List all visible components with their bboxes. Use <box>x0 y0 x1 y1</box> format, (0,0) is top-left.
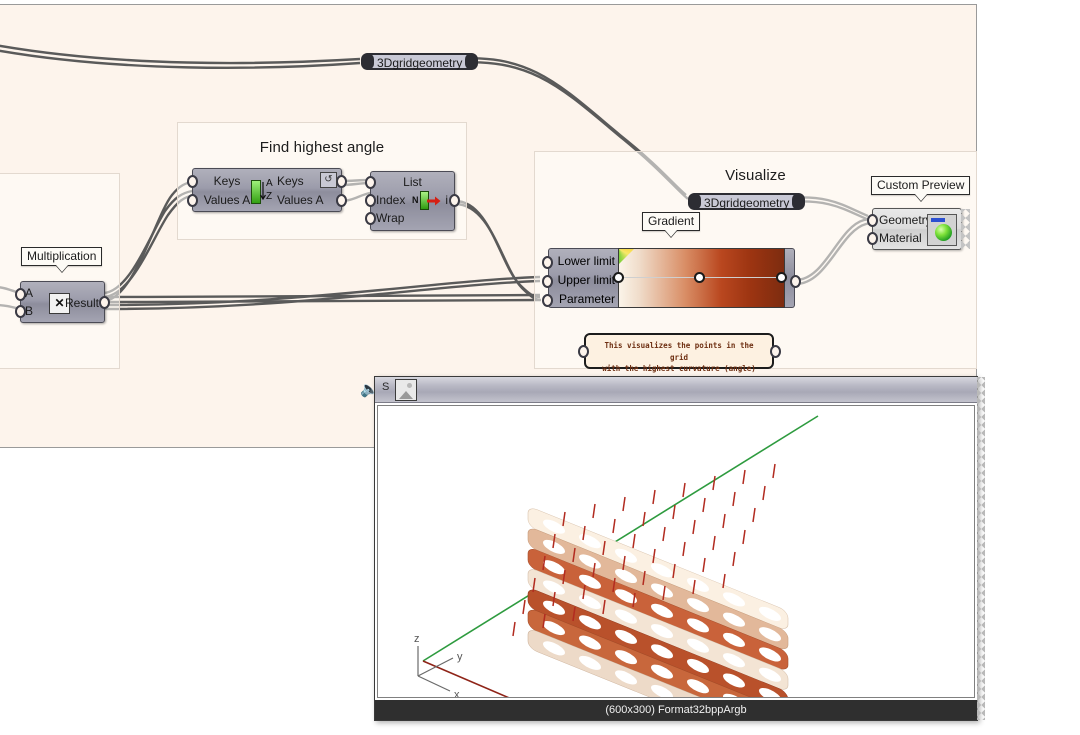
output-port-result[interactable] <box>99 296 110 309</box>
output-port-i[interactable] <box>449 194 460 207</box>
input-port-wrap[interactable] <box>365 212 376 225</box>
sort-label-a: A <box>266 178 273 189</box>
viewer-status-bar: (600x300) Format32bppArgb <box>375 700 977 720</box>
arrow-right-icon <box>427 195 441 206</box>
input-port-values-a[interactable] <box>187 194 198 207</box>
gradient-stop-1[interactable] <box>694 272 705 283</box>
viewer-canvas[interactable]: z y x <box>377 405 975 698</box>
wire-capsule-label: 3Dgridgeometry <box>377 56 463 70</box>
axis-label-x: x <box>454 689 460 698</box>
comment-line-1: This visualizes the points in the grid <box>604 341 754 362</box>
balloon-custom-preview: Custom Preview <box>871 176 971 195</box>
rhino-3d-view[interactable]: z y x <box>378 406 975 698</box>
comment-output-port[interactable] <box>770 345 781 358</box>
input-label-wrap: Wrap <box>376 211 405 225</box>
gradient-input-panel: Lower limit Upper limit Parameter <box>548 248 618 308</box>
output-label-values-a: Values A <box>277 193 324 207</box>
axis-label-y: y <box>457 651 463 663</box>
output-port-values-a[interactable] <box>336 194 347 207</box>
balloon-label: Multiplication <box>27 249 97 263</box>
preview-component-zigzag-edge <box>961 209 970 249</box>
balloon-label: Gradient <box>648 214 695 228</box>
ground-axis-x-line <box>422 660 510 697</box>
sort-label-z: Z <box>266 191 273 202</box>
input-label-material: Material <box>879 231 922 245</box>
balloon-gradient: Gradient <box>642 212 701 231</box>
input-label-a: A <box>25 286 34 300</box>
input-port-index[interactable] <box>365 194 376 207</box>
input-port-geometry[interactable] <box>867 214 878 227</box>
input-label-values-a: Values A <box>203 193 251 207</box>
viewer-title-bar[interactable]: S <box>375 377 977 403</box>
balloon-multiplication: Multiplication <box>21 247 103 266</box>
component-custom-preview[interactable]: Geometry Material <box>867 208 970 250</box>
screen-root: Find highest angle Visualize 3Dgridgeome… <box>0 0 1080 735</box>
input-port-keys[interactable] <box>187 175 198 188</box>
axis-label-z: z <box>414 633 420 645</box>
custom-preview-icon <box>927 214 957 246</box>
output-label-i: i <box>445 193 448 207</box>
multiply-glyph: ✕ <box>54 296 65 310</box>
preview-geometry <box>512 463 789 697</box>
input-port-lower-limit[interactable] <box>542 256 553 269</box>
input-label-b: B <box>25 304 34 318</box>
group-title-find-highest-angle: Find highest angle <box>259 139 385 156</box>
balloon-label: Custom Preview <box>877 178 965 192</box>
viewer-status-text: (600x300) Format32bppArgb <box>605 704 747 716</box>
image-viewer-window[interactable]: S z y x (600x300) Format32bppArgb <box>374 376 985 721</box>
input-label-lower-limit: Lower limit <box>557 254 615 268</box>
output-label-result: Result <box>64 296 99 310</box>
comment-input-port[interactable] <box>578 345 589 358</box>
gradient-stop-2[interactable] <box>776 272 787 283</box>
component-gradient[interactable]: Lower limit Upper limit Parameter <box>542 248 801 308</box>
wire-capsule-label: 3Dgridgeometry <box>704 196 790 210</box>
output-port-gradient[interactable] <box>790 275 801 288</box>
list-index-n-label: N <box>412 195 419 205</box>
wire-capsule-3dgridgeometry-visualize[interactable]: 3Dgridgeometry <box>688 193 806 210</box>
gradient-stop-0[interactable] <box>613 272 624 283</box>
input-label-parameter: Parameter <box>558 292 615 306</box>
component-list-item[interactable]: List Index Wrap N i <box>365 171 460 231</box>
output-port-keys[interactable] <box>336 175 347 188</box>
image-thumbnail-icon[interactable] <box>395 379 417 401</box>
component-multiplication[interactable]: A B ✕ Result <box>15 281 110 323</box>
input-port-upper-limit[interactable] <box>542 275 553 288</box>
wire-capsule-3dgridgeometry-top[interactable]: 3Dgridgeometry <box>361 53 479 70</box>
viewer-title-char: S <box>382 381 390 393</box>
reverse-icon[interactable]: ↺ <box>320 172 337 188</box>
viewer-zigzag-edge <box>977 377 985 720</box>
input-label-upper-limit: Upper limit <box>557 273 615 287</box>
component-sort-list[interactable]: Keys Values A Keys Values A A Z ↺ <box>187 168 347 212</box>
comment-panel[interactable]: This visualizes the points in the grid w… <box>584 333 774 397</box>
input-label-index: Index <box>376 193 406 207</box>
input-port-parameter[interactable] <box>542 294 553 307</box>
input-label-list: List <box>403 175 422 189</box>
input-label-keys: Keys <box>213 174 241 188</box>
input-label-geometry: Geometry <box>879 213 932 227</box>
input-port-material[interactable] <box>867 232 878 245</box>
